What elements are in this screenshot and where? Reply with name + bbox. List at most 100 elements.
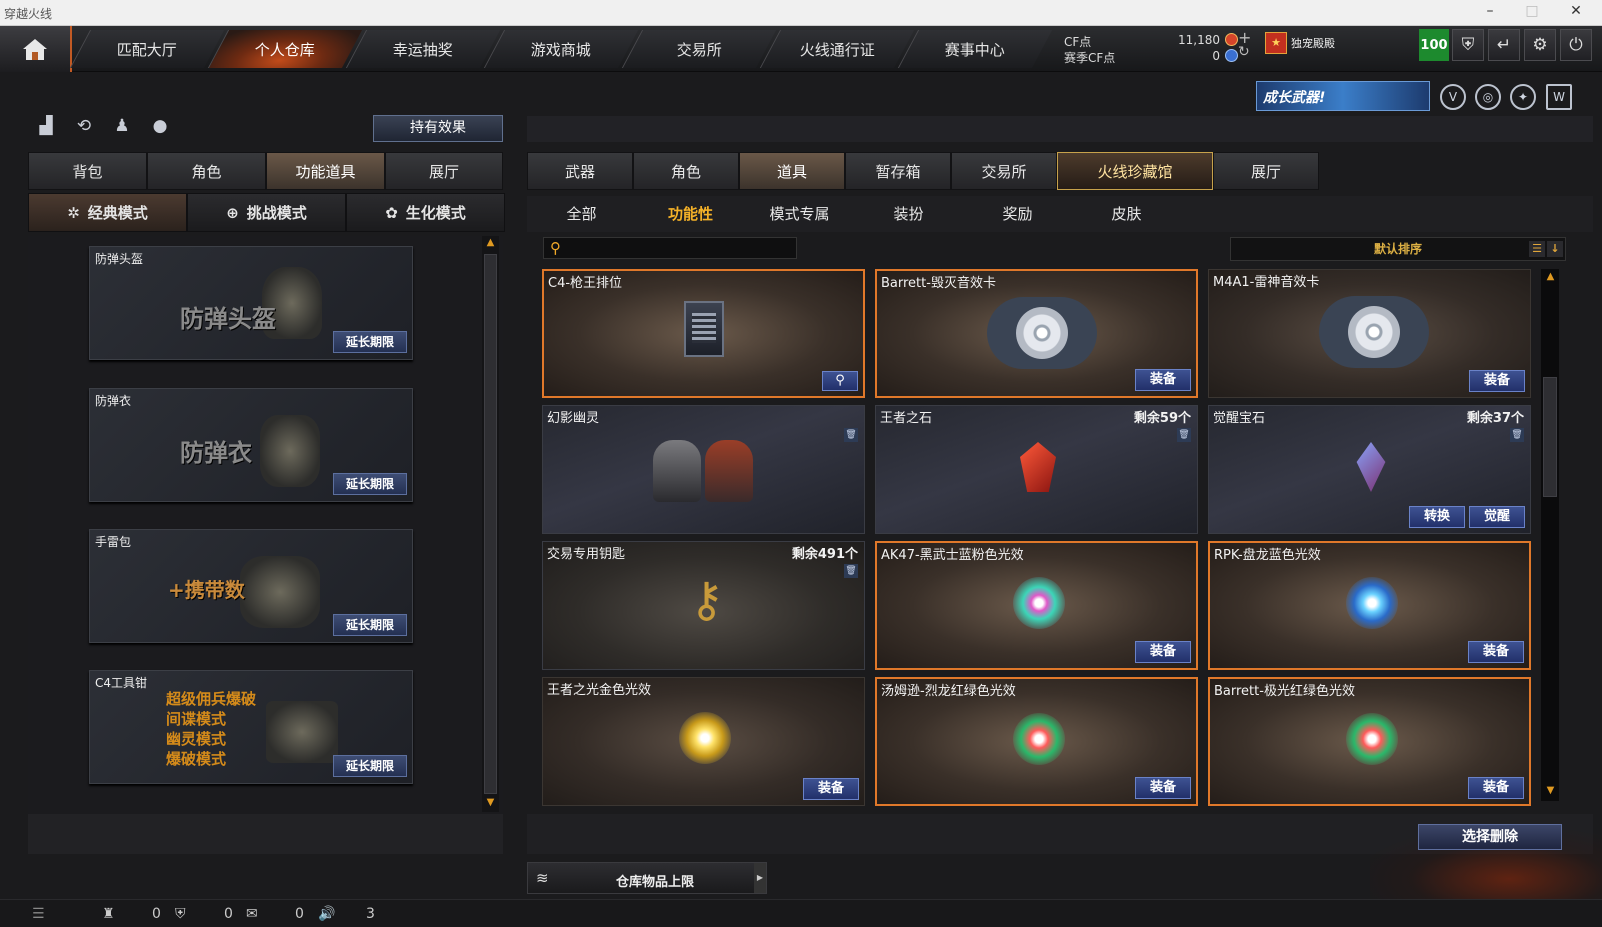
globe-icon[interactable]: ◎ xyxy=(1475,84,1501,110)
honor-badge-icon[interactable]: V xyxy=(1440,84,1466,110)
grid-scrollbar[interactable]: ▲ ▼ xyxy=(1541,269,1559,801)
equip-card-vest[interactable]: 防弹衣 防弹衣 延长期限 xyxy=(89,388,413,502)
equip-button[interactable]: 装备 xyxy=(803,778,859,800)
inventory-capacity[interactable]: ≋ 仓库物品上限 ▶ xyxy=(527,862,767,894)
subtab-mode-exclusive[interactable]: 模式专属 xyxy=(745,196,854,232)
party-icon[interactable]: ♜ xyxy=(102,906,115,922)
scroll-thumb[interactable] xyxy=(484,254,497,794)
equip-card-helmet[interactable]: 防弹头盔 防弹头盔 延长期限 xyxy=(89,246,413,360)
expand-arrow-icon[interactable]: ▶ xyxy=(754,863,766,893)
trash-icon[interactable]: 🗑 xyxy=(1510,428,1524,442)
inspect-button[interactable]: ⚲ xyxy=(822,371,858,391)
equip-button[interactable]: 装备 xyxy=(1135,641,1191,663)
item-card[interactable]: 王者之石 剩余59个 🗑 xyxy=(875,405,1198,534)
home-button[interactable] xyxy=(0,26,72,72)
chat-icon[interactable]: ✉ xyxy=(246,906,258,922)
item-card[interactable]: M4A1-雷神音效卡 装备 xyxy=(1208,269,1531,398)
trash-icon[interactable]: 🗑 xyxy=(844,428,858,442)
item-card[interactable]: 汤姆逊-烈龙红绿色光效 装备 xyxy=(875,677,1198,806)
nav-tab-lucky-draw[interactable]: 幸运抽奖 xyxy=(345,30,501,68)
item-card[interactable]: Barrett-极光红绿色光效 装备 xyxy=(1208,677,1531,806)
nav-tab-events[interactable]: 赛事中心 xyxy=(897,30,1053,68)
equip-button[interactable]: 装备 xyxy=(1135,369,1191,391)
mode-challenge[interactable]: ⊕ 挑战模式 xyxy=(187,193,346,232)
select-delete-button[interactable]: 选择删除 xyxy=(1418,824,1562,850)
equip-card-c4-pliers[interactable]: C4工具钳 超级佣兵爆破 间谍模式 幽灵模式 爆破模式 延长期限 xyxy=(89,670,413,784)
sort-dropdown[interactable]: 默认排序 ☰ ↓ xyxy=(1230,237,1566,261)
tab-showroom-right[interactable]: 展厅 xyxy=(1213,152,1319,190)
nav-tab-exchange[interactable]: 交易所 xyxy=(621,30,777,68)
close-button[interactable]: ✕ xyxy=(1566,3,1586,19)
mode-biochem[interactable]: ✿ 生化模式 xyxy=(346,193,505,232)
scroll-down-icon[interactable]: ▼ xyxy=(484,797,497,811)
item-card[interactable]: C4-枪王排位 ⚲ xyxy=(542,269,865,398)
tab-character[interactable]: 角色 xyxy=(147,152,266,190)
item-card[interactable]: 幻影幽灵 🗑 xyxy=(542,405,865,534)
mode-classic[interactable]: ✲ 经典模式 xyxy=(28,193,187,232)
emblem-icon[interactable]: ✦ xyxy=(1510,84,1536,110)
trash-icon[interactable]: 🗑 xyxy=(1177,428,1191,442)
promo-banner[interactable]: 成长武器! xyxy=(1256,81,1430,111)
tab-collection-hall[interactable]: 火线珍藏馆 xyxy=(1057,152,1213,190)
awaken-button[interactable]: 觉醒 xyxy=(1469,506,1525,528)
search-input[interactable]: ⚲ xyxy=(543,237,797,259)
equip-button[interactable]: 装备 xyxy=(1468,641,1524,663)
ranking-icon[interactable]: ▟ xyxy=(34,116,58,140)
share-icon[interactable]: ↵ xyxy=(1488,29,1520,61)
history-icon[interactable]: ⟲ xyxy=(72,116,96,140)
maximize-button[interactable]: □ xyxy=(1522,3,1542,19)
refresh-icon[interactable]: ↻ xyxy=(1238,44,1250,60)
extend-button[interactable]: 延长期限 xyxy=(333,614,407,636)
tab-functional-items[interactable]: 功能道具 xyxy=(266,152,385,190)
item-card[interactable]: Barrett-毁灭音效卡 装备 xyxy=(875,269,1198,398)
item-card[interactable]: 王者之光金色光效 装备 xyxy=(542,677,865,806)
menu-icon[interactable]: ☰ xyxy=(32,906,45,922)
power-icon[interactable]: ⏻ xyxy=(1560,29,1592,61)
nav-tab-match-lobby[interactable]: 匹配大厅 xyxy=(69,30,225,68)
item-card[interactable]: AK47-黑武士蓝粉色光效 装备 xyxy=(875,541,1198,670)
subtab-all[interactable]: 全部 xyxy=(527,196,636,232)
trash-icon[interactable]: 🗑 xyxy=(844,564,858,578)
tab-characters[interactable]: 角色 xyxy=(633,152,739,190)
tab-weapons[interactable]: 武器 xyxy=(527,152,633,190)
tab-showroom[interactable]: 展厅 xyxy=(385,152,503,190)
scroll-up-icon[interactable]: ▲ xyxy=(484,237,497,251)
gear-icon[interactable]: ⚙ xyxy=(1524,29,1556,61)
nav-tab-shop[interactable]: 游戏商城 xyxy=(483,30,639,68)
equip-button[interactable]: 装备 xyxy=(1135,777,1191,799)
tab-exchange[interactable]: 交易所 xyxy=(951,152,1057,190)
convert-button[interactable]: 转换 xyxy=(1409,506,1465,528)
scroll-up-icon[interactable]: ▲ xyxy=(1544,271,1557,285)
wings-icon[interactable]: W xyxy=(1546,84,1572,110)
nav-tab-inventory[interactable]: 个人仓库 xyxy=(207,30,363,68)
item-card[interactable]: RPK-盘龙蓝色光效 装备 xyxy=(1208,541,1531,670)
equip-button[interactable]: 装备 xyxy=(1468,777,1524,799)
grenade-icon[interactable]: ● xyxy=(148,116,172,140)
equip-card-grenade-pack[interactable]: 手雷包 +携带数 延长期限 xyxy=(89,529,413,643)
person-icon[interactable]: ♟ xyxy=(110,116,134,140)
nav-tab-battle-pass[interactable]: 火线通行证 xyxy=(759,30,915,68)
volume-icon[interactable]: 🔊 xyxy=(318,906,335,922)
extend-button[interactable]: 延长期限 xyxy=(333,755,407,777)
extend-button[interactable]: 延长期限 xyxy=(333,473,407,495)
tab-backpack[interactable]: 背包 xyxy=(28,152,147,190)
tab-storage-box[interactable]: 暂存箱 xyxy=(845,152,951,190)
tab-items[interactable]: 道具 xyxy=(739,152,845,190)
subtab-cosmetics[interactable]: 装扮 xyxy=(854,196,963,232)
left-scrollbar[interactable]: ▲ ▼ xyxy=(482,236,499,812)
minimize-button[interactable]: – xyxy=(1480,3,1500,19)
held-effects-button[interactable]: 持有效果 xyxy=(373,115,503,142)
scroll-down-icon[interactable]: ▼ xyxy=(1544,785,1557,799)
sort-order-icon[interactable]: ↓ xyxy=(1547,241,1563,257)
shield-icon[interactable]: ⛨ xyxy=(1452,29,1484,61)
guard-icon[interactable]: ⛨ xyxy=(175,906,186,922)
scroll-thumb[interactable] xyxy=(1543,377,1557,497)
extend-button[interactable]: 延长期限 xyxy=(333,331,407,353)
subtab-skins[interactable]: 皮肤 xyxy=(1072,196,1181,232)
item-card[interactable]: 觉醒宝石 剩余37个 🗑 转换 觉醒 xyxy=(1208,405,1531,534)
item-card[interactable]: 交易专用钥匙 剩余491个 🗑 ⚷ xyxy=(542,541,865,670)
equip-button[interactable]: 装备 xyxy=(1469,370,1525,392)
list-view-icon[interactable]: ☰ xyxy=(1529,241,1545,257)
subtab-rewards[interactable]: 奖励 xyxy=(963,196,1072,232)
subtab-functional[interactable]: 功能性 xyxy=(636,196,745,232)
